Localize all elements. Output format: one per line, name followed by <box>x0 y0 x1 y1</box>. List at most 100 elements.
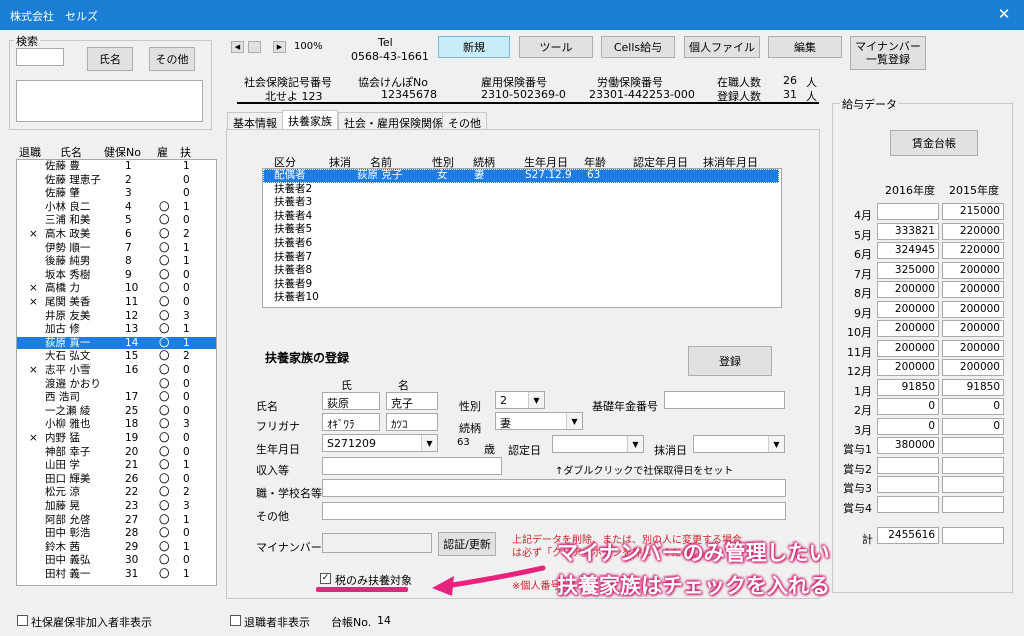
employee-row[interactable]: 田口 輝美 26 〇 0 <box>17 473 216 485</box>
employee-row[interactable]: 加古 修 13 〇 1 <box>17 323 216 335</box>
salary-2016-cell[interactable]: 380000 <box>877 437 939 454</box>
rel-select[interactable]: 妻 ▼ <box>495 412 583 430</box>
employee-row[interactable]: 大石 弘文 15 〇 2 <box>17 350 216 362</box>
other-input[interactable] <box>322 502 786 520</box>
tax-only-checkbox[interactable]: ✓ <box>320 573 331 584</box>
salary-2016-cell[interactable]: 333821 <box>877 222 939 240</box>
dependent-row[interactable]: 扶養者3 <box>263 196 779 210</box>
birth-select[interactable]: S271209 ▼ <box>322 434 438 452</box>
employee-row[interactable]: 渡邉 かおり 〇 0 <box>17 378 216 390</box>
tab-dependents[interactable]: 扶養家族 <box>282 110 338 130</box>
total-2016[interactable]: 2455616 <box>877 527 939 544</box>
furi-mei-input[interactable]: ｶﾂｺ <box>386 413 438 431</box>
dependent-row[interactable]: 扶養者2 <box>263 183 779 197</box>
furi-sei-input[interactable]: ｵｷﾞﾜﾗ <box>322 413 380 431</box>
employee-row[interactable]: 田村 義一 31 〇 1 <box>17 568 216 580</box>
employee-row[interactable]: 一之瀬 綾 25 〇 0 <box>17 405 216 417</box>
wage-ledger-button[interactable]: 賃金台帳 <box>890 130 978 156</box>
search-name-button[interactable]: 氏名 <box>87 47 133 71</box>
employee-row[interactable]: 佐藤 理恵子 2 0 <box>17 174 216 186</box>
employee-row[interactable]: 田中 彰浩 28 〇 0 <box>17 527 216 539</box>
dependent-row[interactable]: 扶養者4 <box>263 210 779 224</box>
salary-2015-cell[interactable]: 200000 <box>942 261 1004 279</box>
next-arrow-icon[interactable]: ▶ <box>273 41 286 53</box>
employee-row[interactable]: × 志平 小雪 16 〇 0 <box>17 364 216 376</box>
salary-2015-cell[interactable]: 220000 <box>942 222 1004 240</box>
close-icon[interactable]: ✕ <box>996 5 1012 23</box>
employee-row[interactable]: 坂本 秀樹 9 〇 0 <box>17 269 216 281</box>
income-input[interactable] <box>322 457 502 475</box>
zoom-slider[interactable] <box>248 41 261 53</box>
employee-row[interactable]: 鈴木 茜 29 〇 1 <box>17 541 216 553</box>
employee-row[interactable]: 小林 良二 4 〇 1 <box>17 201 216 213</box>
kiso-input[interactable] <box>664 391 785 409</box>
salary-2016-cell[interactable]: 325000 <box>877 261 939 279</box>
employee-row[interactable]: 神部 幸子 20 〇 0 <box>17 446 216 458</box>
employee-row[interactable]: 田中 義弘 30 〇 0 <box>17 554 216 566</box>
register-button[interactable]: 登録 <box>688 346 772 376</box>
dependents-list[interactable]: 配偶者 荻原 克子 女 妻 S27.12.9 63 扶養者2 扶養者3 扶養者4 扶養者5 扶養者6… <box>262 168 782 308</box>
masho-select[interactable]: ▼ <box>693 435 785 453</box>
salary-2016-cell[interactable]: 0 <box>877 398 939 415</box>
salary-2016-cell[interactable] <box>877 495 939 513</box>
dependent-row[interactable]: 扶養者8 <box>263 264 779 278</box>
salary-2015-cell[interactable]: 0 <box>942 417 1004 435</box>
salary-2016-cell[interactable] <box>877 476 939 493</box>
salary-2015-cell[interactable]: 200000 <box>942 300 1004 318</box>
employee-row[interactable]: 西 浩司 17 〇 0 <box>17 391 216 403</box>
edit-button[interactable]: 編集 <box>768 36 842 58</box>
employee-row[interactable]: 松元 涼 22 〇 2 <box>17 486 216 498</box>
salary-2016-cell[interactable]: 200000 <box>877 300 939 318</box>
salary-2016-cell[interactable] <box>877 456 939 474</box>
search-results-box[interactable] <box>16 80 203 122</box>
dependent-row[interactable]: 配偶者 荻原 克子 女 妻 S27.12.9 63 <box>263 169 779 183</box>
retired-hide-checkbox[interactable] <box>230 615 241 626</box>
salary-2015-cell[interactable]: 0 <box>942 398 1004 415</box>
employee-row[interactable]: × 高橋 力 10 〇 0 <box>17 282 216 294</box>
salary-2016-cell[interactable]: 200000 <box>877 339 939 357</box>
employee-row[interactable]: 三浦 和美 5 〇 0 <box>17 214 216 226</box>
employee-row[interactable]: × 内野 猛 19 〇 0 <box>17 432 216 444</box>
new-button[interactable]: 新規 <box>438 36 510 58</box>
salary-2015-cell[interactable]: 200000 <box>942 281 1004 298</box>
salary-2015-cell[interactable]: 91850 <box>942 378 1004 396</box>
salary-2015-cell[interactable]: 200000 <box>942 320 1004 337</box>
mynumber-list-button[interactable]: マイナンバー 一覧登録 <box>850 36 926 70</box>
employee-row[interactable]: × 尾関 美香 11 〇 0 <box>17 296 216 308</box>
salary-2016-cell[interactable]: 91850 <box>877 378 939 396</box>
salary-2015-cell[interactable]: 220000 <box>942 242 1004 259</box>
prev-arrow-icon[interactable]: ◀ <box>231 41 244 53</box>
job-input[interactable] <box>322 479 786 497</box>
salary-2016-cell[interactable]: 200000 <box>877 359 939 376</box>
salary-2016-cell[interactable] <box>877 203 939 220</box>
mei-input[interactable]: 克子 <box>386 392 438 410</box>
sex-select[interactable]: 2 ▼ <box>495 391 545 409</box>
dependent-row[interactable]: 扶養者9 <box>263 278 779 292</box>
salary-2015-cell[interactable]: 200000 <box>942 339 1004 357</box>
dependent-row[interactable]: 扶養者5 <box>263 223 779 237</box>
tab-basic[interactable]: 基本情報 <box>227 112 283 130</box>
tab-other[interactable]: その他 <box>442 112 487 130</box>
employee-row[interactable]: 阿部 允啓 27 〇 1 <box>17 514 216 526</box>
mynumber-input[interactable] <box>322 533 432 553</box>
total-2015[interactable] <box>942 527 1004 544</box>
tab-insurance[interactable]: 社会・雇用保険関係 <box>338 112 449 130</box>
personal-file-button[interactable]: 個人ファイル <box>684 36 760 58</box>
employee-row[interactable]: 山田 学 21 〇 1 <box>17 459 216 471</box>
employee-list[interactable]: 佐藤 豊 1 1 佐藤 理恵子 2 0 佐藤 肇 3 0 小林 良二 4 〇 1 三浦 和美 5 〇 0 × 高木 … <box>16 159 217 586</box>
tool-button[interactable]: ツール <box>519 36 593 58</box>
nintei-select[interactable]: ▼ <box>552 435 644 453</box>
salary-2016-cell[interactable]: 200000 <box>877 320 939 337</box>
employee-row[interactable]: 荻原 真一 14 〇 1 <box>17 336 216 349</box>
salary-2015-cell[interactable] <box>942 495 1004 513</box>
salary-2015-cell[interactable]: 215000 <box>942 203 1004 220</box>
salary-2015-cell[interactable] <box>942 456 1004 474</box>
salary-2016-cell[interactable]: 324945 <box>877 242 939 259</box>
salary-2016-cell[interactable]: 0 <box>877 417 939 435</box>
dependent-row[interactable]: 扶養者10 <box>263 291 779 305</box>
salary-2015-cell[interactable] <box>942 476 1004 493</box>
employee-row[interactable]: × 高木 政美 6 〇 2 <box>17 228 216 240</box>
employee-row[interactable]: 後藤 純男 8 〇 1 <box>17 255 216 267</box>
employee-row[interactable]: 伊勢 順一 7 〇 1 <box>17 242 216 254</box>
auth-update-button[interactable]: 認証/更新 <box>438 532 496 556</box>
